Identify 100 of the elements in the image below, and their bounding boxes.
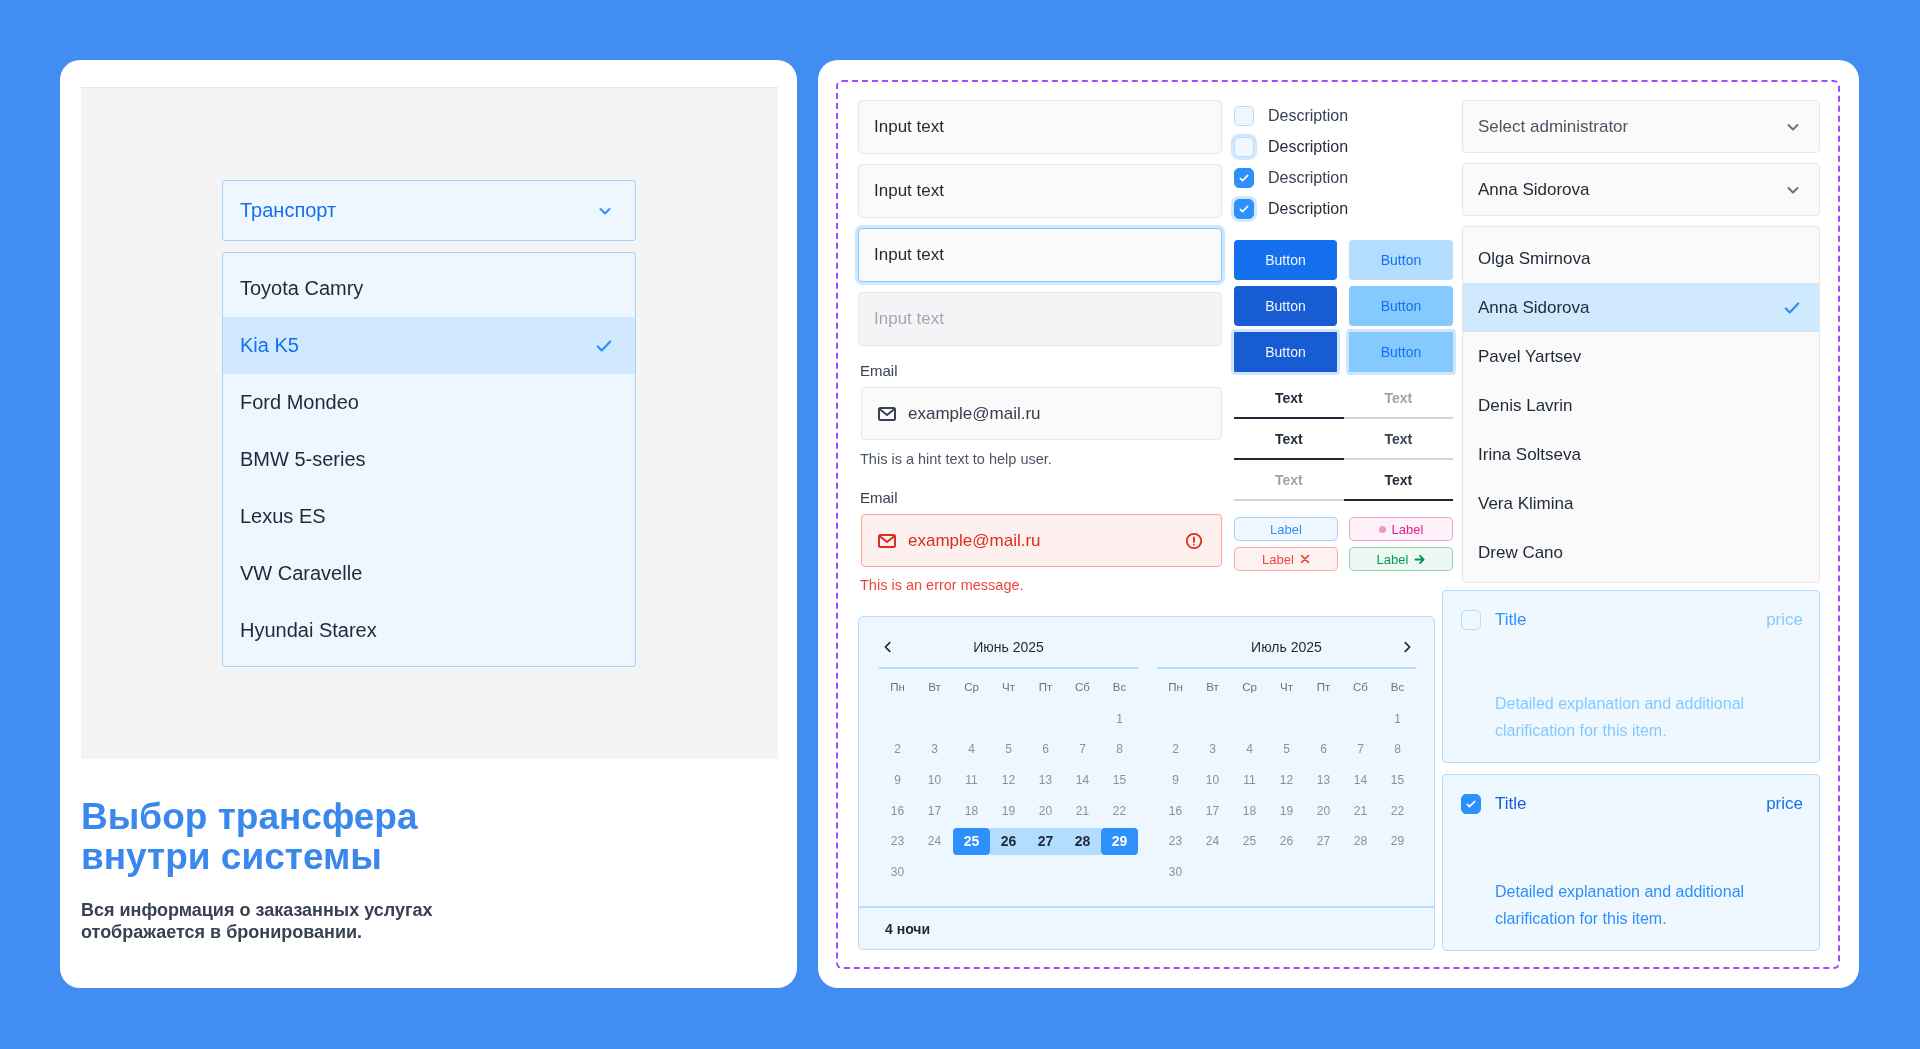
email-field[interactable]: example@mail.ru — [861, 387, 1222, 440]
calendar-day[interactable]: 3 — [916, 736, 953, 763]
button[interactable]: Button — [1234, 286, 1337, 326]
dropdown-option[interactable]: Pavel Yartsev — [1463, 332, 1819, 381]
calendar-day[interactable]: 8 — [1101, 736, 1138, 763]
calendar-day[interactable]: 5 — [990, 736, 1027, 763]
tab[interactable]: Text — [1343, 378, 1453, 419]
calendar-day[interactable]: 25 — [1231, 827, 1268, 855]
calendar-day[interactable]: 10 — [916, 766, 953, 794]
tab[interactable]: Text — [1234, 378, 1344, 419]
calendar-day[interactable]: 4 — [1231, 736, 1268, 763]
calendar-day[interactable]: 9 — [879, 766, 916, 794]
calendar-day[interactable]: 22 — [1379, 797, 1416, 824]
calendar-day[interactable]: 24 — [916, 827, 953, 855]
dropdown-option[interactable]: Toyota Camry — [223, 260, 635, 317]
checkbox[interactable] — [1234, 198, 1254, 219]
dropdown-option[interactable]: Irina Soltseva — [1463, 430, 1819, 479]
calendar-day[interactable]: 25 — [953, 827, 990, 855]
calendar-day[interactable]: 28 — [1064, 827, 1101, 855]
tab[interactable]: Text — [1234, 460, 1344, 501]
dropdown[interactable]: Транспорт — [222, 180, 636, 241]
tab[interactable]: Text — [1234, 419, 1344, 460]
calendar-day[interactable]: 27 — [1027, 827, 1064, 855]
checkbox[interactable] — [1461, 794, 1481, 814]
checkbox[interactable] — [1234, 167, 1254, 188]
tab[interactable]: Text — [1343, 460, 1453, 501]
calendar-day[interactable]: 5 — [1268, 736, 1305, 763]
calendar-day[interactable]: 14 — [1064, 766, 1101, 794]
calendar-day[interactable]: 23 — [879, 827, 916, 855]
dropdown-option[interactable]: VW Caravelle — [223, 545, 635, 602]
calendar-day[interactable]: 11 — [953, 766, 990, 794]
dropdown-option[interactable]: Anna Sidorova — [1463, 283, 1819, 332]
calendar-day[interactable]: 10 — [1194, 766, 1231, 794]
calendar-day[interactable]: 9 — [1157, 766, 1194, 794]
dropdown-option[interactable]: Ford Mondeo — [223, 374, 635, 431]
dropdown-option[interactable]: Lexus ES — [223, 488, 635, 545]
calendar-day[interactable]: 20 — [1305, 797, 1342, 824]
email-field[interactable]: example@mail.ru — [861, 514, 1222, 567]
button[interactable]: Button — [1349, 286, 1453, 326]
button[interactable]: Button — [1234, 240, 1337, 280]
calendar-day[interactable]: 15 — [1379, 766, 1416, 794]
input-field[interactable]: Input text — [858, 100, 1222, 154]
calendar-day[interactable]: 18 — [1231, 797, 1268, 824]
calendar-day[interactable]: 24 — [1194, 827, 1231, 855]
weekday-label: Сб — [1074, 680, 1091, 695]
calendar-day[interactable]: 3 — [1194, 736, 1231, 763]
calendar-day[interactable]: 19 — [990, 797, 1027, 824]
dropdown-option[interactable]: Vera Klimina — [1463, 479, 1819, 528]
calendar-day[interactable]: 27 — [1305, 827, 1342, 855]
calendar-day[interactable]: 1 — [1379, 705, 1416, 733]
calendar-day[interactable]: 29 — [1101, 827, 1138, 855]
calendar-day[interactable]: 30 — [879, 858, 916, 886]
calendar-day[interactable]: 18 — [953, 797, 990, 824]
dropdown-option[interactable]: Olga Smirnova — [1463, 234, 1819, 283]
dropdown-option[interactable]: Hyundai Starex — [223, 602, 635, 659]
dropdown-option[interactable]: Denis Lavrin — [1463, 381, 1819, 430]
calendar-day[interactable]: 7 — [1064, 736, 1101, 763]
calendar-day[interactable]: 28 — [1342, 827, 1379, 855]
calendar-day[interactable]: 13 — [1027, 766, 1064, 794]
calendar-day[interactable]: 8 — [1379, 736, 1416, 763]
dropdown-option[interactable]: Drew Cano — [1463, 528, 1819, 577]
calendar-day[interactable]: 22 — [1101, 797, 1138, 824]
calendar-day[interactable]: 1 — [1101, 705, 1138, 733]
calendar-day[interactable]: 19 — [1268, 797, 1305, 824]
calendar-day[interactable]: 7 — [1342, 736, 1379, 763]
tab[interactable]: Text — [1343, 419, 1453, 460]
calendar-day[interactable]: 26 — [990, 827, 1027, 855]
calendar-day[interactable]: 6 — [1305, 736, 1342, 763]
input-field[interactable]: Input text — [858, 228, 1222, 282]
calendar-day[interactable]: 16 — [879, 797, 916, 824]
calendar-day[interactable]: 14 — [1342, 766, 1379, 794]
calendar-day[interactable]: 23 — [1157, 827, 1194, 855]
calendar-day[interactable]: 6 — [1027, 736, 1064, 763]
calendar-day[interactable]: 26 — [1268, 827, 1305, 855]
calendar-day[interactable]: 30 — [1157, 858, 1194, 886]
calendar-day[interactable]: 21 — [1342, 797, 1379, 824]
calendar-day[interactable]: 4 — [953, 736, 990, 763]
dropdown-option[interactable]: BMW 5-series — [223, 431, 635, 488]
calendar-day[interactable]: 11 — [1231, 766, 1268, 794]
option-card[interactable]: Title price Detailed explanation and additional clarification for this item. — [1442, 774, 1820, 951]
select-field[interactable]: Select administrator — [1462, 100, 1820, 153]
select-field[interactable]: Anna Sidorova — [1462, 163, 1820, 216]
calendar-day[interactable]: 17 — [1194, 797, 1231, 824]
button[interactable]: Button — [1346, 329, 1456, 375]
button[interactable]: Button — [1231, 329, 1340, 375]
calendar-day[interactable]: 20 — [1027, 797, 1064, 824]
calendar-day[interactable]: 16 — [1157, 797, 1194, 824]
calendar-day[interactable]: 17 — [916, 797, 953, 824]
calendar-day[interactable]: 13 — [1305, 766, 1342, 794]
calendar-day[interactable]: 2 — [1157, 736, 1194, 763]
calendar-day[interactable]: 15 — [1101, 766, 1138, 794]
dropdown-option[interactable]: Kia K5 — [223, 317, 635, 374]
calendar-day[interactable]: 29 — [1379, 827, 1416, 855]
calendar-day[interactable]: 21 — [1064, 797, 1101, 824]
button[interactable]: Button — [1349, 240, 1453, 280]
input-field[interactable]: Input text — [858, 164, 1222, 218]
calendar-day[interactable]: 12 — [990, 766, 1027, 794]
calendar-day[interactable]: 12 — [1268, 766, 1305, 794]
option-card[interactable]: Title price Detailed explanation and additional clarification for this item. — [1442, 590, 1820, 763]
calendar-day[interactable]: 2 — [879, 736, 916, 763]
